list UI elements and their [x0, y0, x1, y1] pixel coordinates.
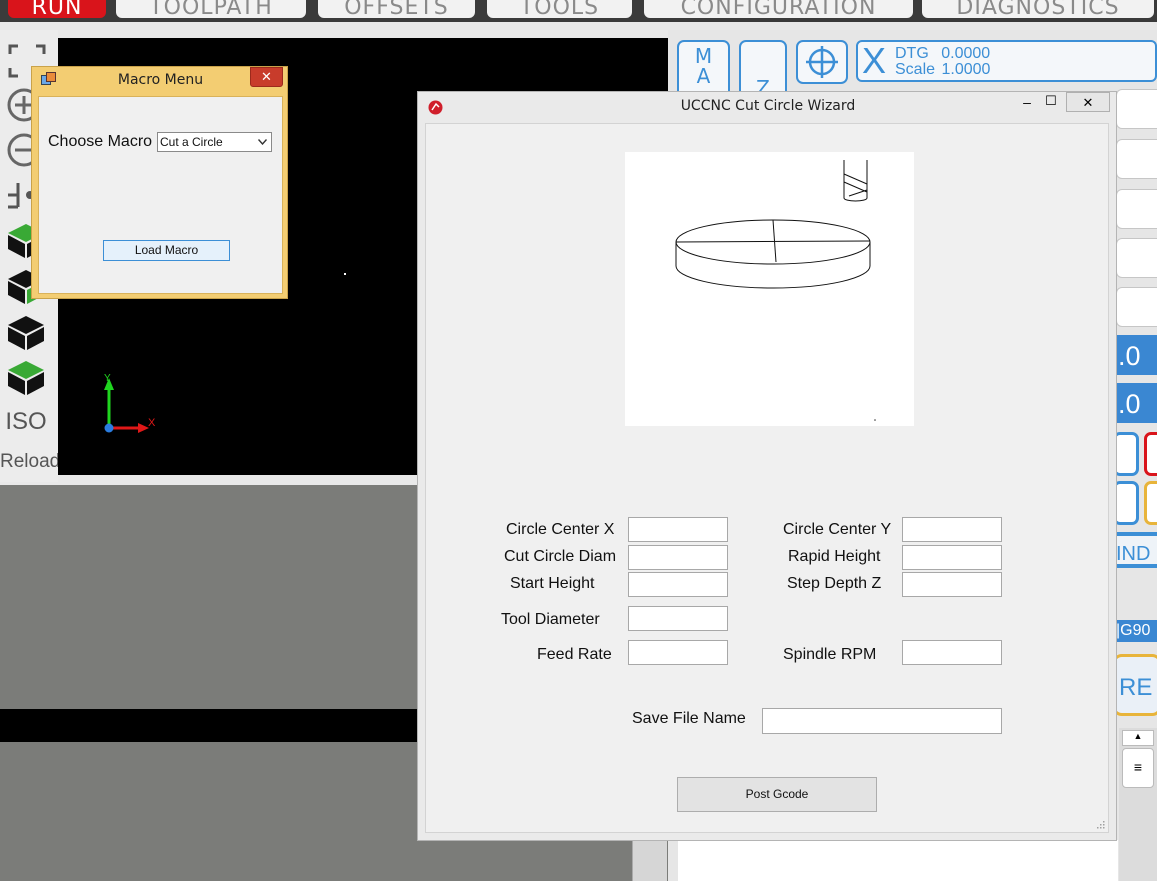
cut-circle-diam-label: Cut Circle Diam — [504, 548, 617, 565]
load-macro-button[interactable]: Load Macro — [103, 240, 230, 261]
view-side-cube-icon[interactable] — [4, 312, 48, 352]
dro-field-2[interactable] — [1116, 139, 1157, 179]
circle-center-y-label: Circle Center Y — [783, 521, 892, 538]
scroll-thumb-icon[interactable]: ≡ — [1122, 748, 1154, 788]
feed-rate-label: Feed Rate — [537, 646, 612, 663]
crosshair-button[interactable] — [796, 40, 848, 84]
cycle-button[interactable]: RE — [1112, 654, 1157, 716]
end-mill-tool — [843, 160, 868, 202]
tool-diameter-input[interactable] — [628, 606, 728, 631]
tab-configuration[interactable]: CONFIGURATION — [644, 0, 913, 18]
spindle-rpm-label: Spindle RPM — [783, 646, 877, 663]
axis-x-label: X — [148, 417, 156, 429]
axis-letter: X — [862, 40, 887, 81]
gcode-scrollbar[interactable] — [632, 838, 667, 881]
circle-center-x-input[interactable] — [628, 517, 728, 542]
modal-gcode-display: |G90 — [1116, 620, 1157, 642]
dro-value-2: .0 — [1116, 383, 1157, 423]
circle-diagram — [625, 152, 914, 426]
macro-select[interactable]: Cut a Circle — [157, 132, 272, 152]
wizard-close-button[interactable]: ✕ — [1066, 92, 1110, 112]
console-scrollbar[interactable]: ▲ ≡ — [1119, 728, 1157, 881]
console-area — [678, 840, 1118, 881]
tab-tools[interactable]: TOOLS — [487, 0, 632, 18]
step-depth-z-label: Step Depth Z — [787, 575, 882, 592]
dro-field-3[interactable] — [1116, 189, 1157, 229]
tab-offsets[interactable]: OFFSETS — [318, 0, 475, 18]
macro-menu-window: Macro Menu ✕ Choose Macro Cut a Circle L… — [31, 66, 288, 299]
dro-value-1: .0 — [1116, 335, 1157, 375]
tab-diagnostics[interactable]: DIAGNOSTICS — [922, 0, 1154, 18]
view-iso-cube-icon[interactable] — [4, 357, 48, 397]
z-axis-button[interactable]: Z — [739, 40, 787, 100]
save-file-name-label: Save File Name — [632, 710, 746, 727]
iso-view-button[interactable]: ISO — [0, 408, 52, 436]
cylinder-drawing — [675, 160, 876, 421]
macro-select-value: Cut a Circle — [160, 135, 223, 149]
reload-button[interactable]: Reload — [0, 451, 60, 473]
dtg-label: DTG — [895, 45, 929, 62]
macro-menu-close-button[interactable]: ✕ — [250, 67, 283, 87]
rapid-height-label: Rapid Height — [788, 548, 881, 565]
feed-rate-input[interactable] — [628, 640, 728, 665]
yellow-button-1[interactable] — [1144, 481, 1157, 525]
cut-circle-wizard-window: UCCNC Cut Circle Wizard – ☐ ✕ Circle Cen… — [417, 91, 1117, 841]
spindle-rpm-input[interactable] — [902, 640, 1002, 665]
scroll-up-arrow-icon[interactable]: ▲ — [1122, 730, 1154, 746]
circle-center-x-label: Circle Center X — [506, 521, 615, 538]
dro-field-1[interactable] — [1116, 89, 1157, 129]
choose-macro-label: Choose Macro — [48, 133, 153, 150]
maximize-button[interactable]: ☐ — [1040, 93, 1062, 109]
mag-button[interactable]: M A — [677, 40, 730, 98]
axis-y-label: Y — [104, 373, 111, 384]
origin-dot — [344, 273, 346, 275]
circle-center-y-input[interactable] — [902, 517, 1002, 542]
dro-field-4[interactable] — [1116, 238, 1157, 278]
dro-field-5[interactable] — [1116, 287, 1157, 327]
minimize-button[interactable]: – — [1016, 94, 1038, 110]
scale-value: 1.0000 — [941, 61, 991, 78]
rapid-height-input[interactable] — [902, 545, 1002, 570]
cut-circle-diam-input[interactable] — [628, 545, 728, 570]
tool-diameter-label: Tool Diameter — [501, 611, 600, 628]
post-gcode-button[interactable]: Post Gcode — [677, 777, 877, 812]
index-button[interactable]: IND — [1116, 532, 1157, 568]
wizard-title: UCCNC Cut Circle Wizard — [680, 98, 856, 114]
red-button-1[interactable] — [1144, 432, 1157, 476]
resize-grip-icon[interactable] — [1095, 819, 1105, 829]
tab-toolpath[interactable]: TOOLPATH — [116, 0, 306, 18]
dtg-value: 0.0000 — [941, 45, 991, 62]
save-file-name-input[interactable] — [762, 708, 1002, 734]
start-height-input[interactable] — [628, 572, 728, 597]
step-depth-z-input[interactable] — [902, 572, 1002, 597]
scale-label: Scale — [895, 61, 936, 78]
crosshair-icon — [806, 46, 838, 78]
tab-run[interactable]: RUN — [8, 0, 106, 18]
macro-menu-client: Choose Macro Cut a Circle Load Macro — [38, 96, 283, 294]
main-tab-bar: RUN TOOLPATH OFFSETS TOOLS CONFIGURATION… — [0, 0, 1157, 22]
chevron-down-icon — [258, 139, 267, 145]
start-height-label: Start Height — [510, 575, 595, 592]
x-axis-dro: X DTG 0.0000 Scale 1.0000 — [856, 40, 1157, 82]
wizard-client: Circle Center X Circle Center Y Cut Circ… — [425, 123, 1109, 833]
